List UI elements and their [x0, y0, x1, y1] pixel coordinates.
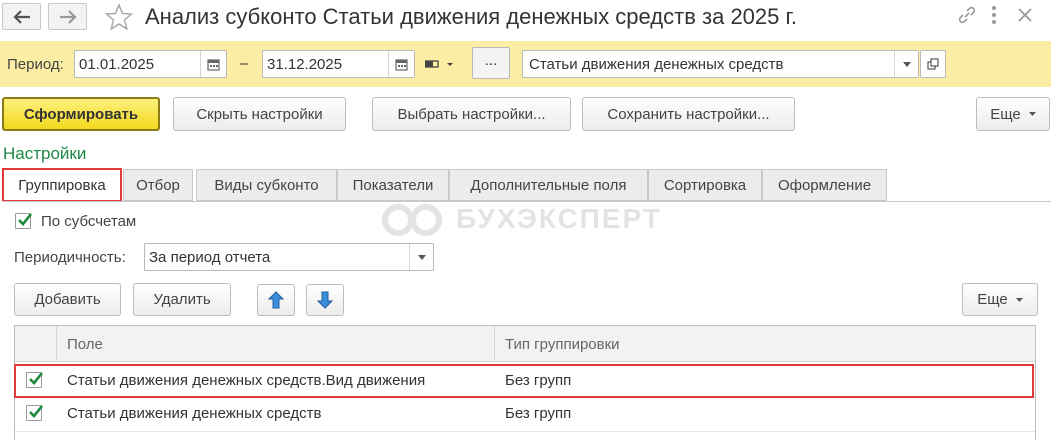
subconto-type-value: Статьи движения денежных средств [529, 56, 784, 73]
period-panel: Период: 01.01.2025 – 31.12.2025 ... Стат… [0, 41, 1051, 87]
more-button[interactable]: Еще [976, 97, 1050, 131]
chevron-down-icon [1028, 112, 1036, 116]
arrow-right-icon [59, 9, 77, 24]
generate-button[interactable]: Сформировать [2, 97, 160, 131]
star-icon[interactable] [104, 2, 134, 32]
choose-period-button[interactable]: ... [472, 47, 510, 79]
check-icon [29, 405, 44, 418]
tab-additional-fields[interactable]: Дополнительные поля [449, 169, 648, 201]
periodicity-field[interactable]: За период отчета [144, 243, 434, 271]
watermark-text: БУХЭКСПЕРТ [456, 203, 662, 234]
row-highlight-frame [14, 364, 1034, 398]
chevron-down-icon [417, 254, 426, 260]
calendar-icon [207, 58, 220, 71]
tab-grouping[interactable]: Группировка [2, 168, 122, 202]
calendar-button[interactable] [200, 51, 226, 77]
period-label: Период: [7, 56, 64, 73]
row-checkbox[interactable] [26, 405, 44, 421]
open-button[interactable] [920, 50, 946, 78]
grouping-more-label: Еще [977, 291, 1008, 308]
column-header-field[interactable]: Поле [67, 336, 103, 353]
by-subaccounts-checkbox[interactable] [15, 213, 33, 229]
tab-formatting[interactable]: Оформление [762, 169, 887, 201]
by-subaccounts-label: По субсчетам [41, 213, 137, 230]
watermark-logo-icon [382, 204, 442, 236]
more-button-label: Еще [990, 105, 1021, 123]
row-group-type[interactable]: Без групп [505, 405, 571, 422]
choose-settings-button[interactable]: Выбрать настройки... [372, 97, 571, 131]
settings-title: Настройки [3, 144, 87, 163]
column-header-group-type[interactable]: Тип группировки [505, 336, 620, 353]
dropdown-button[interactable] [894, 51, 918, 77]
close-icon[interactable] [1017, 7, 1033, 23]
arrow-up-icon [268, 291, 284, 309]
period-start-value: 01.01.2025 [79, 56, 155, 73]
chevron-down-icon [1015, 297, 1023, 302]
open-window-icon [927, 58, 939, 70]
tab-filter[interactable]: Отбор [123, 169, 193, 201]
period-start-field[interactable]: 01.01.2025 [74, 50, 227, 78]
save-settings-button[interactable]: Сохранить настройки... [582, 97, 795, 131]
column-divider [494, 326, 495, 362]
calendar-button[interactable] [388, 51, 414, 77]
row-field: Статьи движения денежных средств [67, 405, 322, 422]
table-header: Поле Тип группировки [15, 326, 1035, 362]
watermark: БУХЭКСПЕРТ [378, 200, 678, 240]
periodicity-label: Периодичность: [14, 249, 126, 266]
table-row[interactable]: Статьи движения денежных средств Без гру… [15, 398, 1035, 432]
calendar-icon [395, 58, 408, 71]
dropdown-button[interactable] [409, 244, 433, 270]
arrow-left-icon [12, 9, 30, 24]
period-preset-icon[interactable] [425, 56, 455, 72]
subconto-type-field[interactable]: Статьи движения денежных средств [522, 50, 919, 78]
period-end-value: 31.12.2025 [267, 56, 343, 73]
period-end-field[interactable]: 31.12.2025 [262, 50, 415, 78]
title-bar: Анализ субконто Статьи движения денежных… [0, 0, 1051, 38]
tab-subconto-types[interactable]: Виды субконто [196, 169, 337, 201]
chevron-down-icon [902, 61, 911, 67]
grouping-more-button[interactable]: Еще [962, 283, 1038, 316]
back-button[interactable] [2, 3, 41, 30]
move-down-button[interactable] [306, 284, 344, 316]
tab-sorting[interactable]: Сортировка [648, 169, 762, 201]
move-up-button[interactable] [257, 284, 295, 316]
tab-indicators[interactable]: Показатели [337, 169, 449, 201]
add-button[interactable]: Добавить [14, 283, 121, 316]
more-vertical-icon[interactable] [990, 4, 998, 26]
window-title: Анализ субконто Статьи движения денежных… [145, 4, 797, 29]
hide-settings-button[interactable]: Скрыть настройки [173, 97, 346, 131]
arrow-down-icon [317, 291, 333, 309]
delete-button[interactable]: Удалить [133, 283, 231, 316]
periodicity-value: За период отчета [149, 249, 271, 266]
link-icon[interactable] [957, 6, 977, 24]
forward-button[interactable] [48, 3, 87, 30]
period-separator: – [240, 55, 249, 72]
check-icon [18, 213, 33, 226]
column-divider [56, 326, 57, 362]
